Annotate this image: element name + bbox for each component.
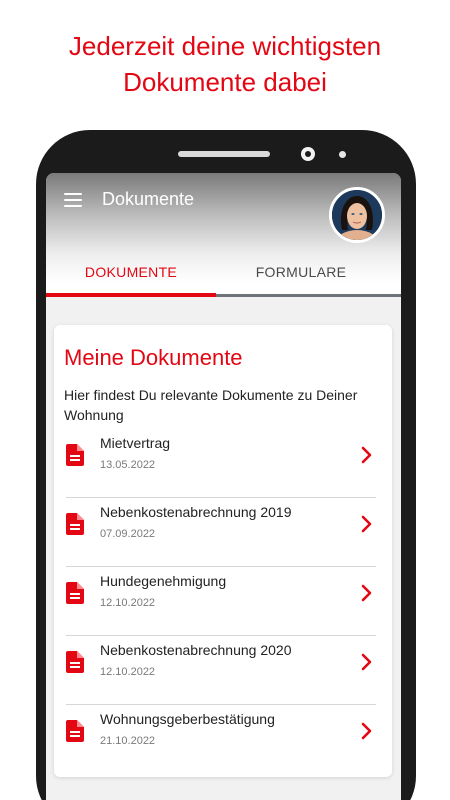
tab-indicator-active bbox=[46, 293, 216, 297]
chevron-right-icon[interactable] bbox=[360, 583, 374, 603]
chevron-right-icon[interactable] bbox=[360, 514, 374, 534]
app-title: Dokumente bbox=[102, 189, 195, 209]
document-date: 21.10.2022 bbox=[100, 735, 156, 747]
app-screen: Dokumente DOKUMENTE FORMULARE Meine Doku… bbox=[46, 173, 401, 800]
document-name: Nebenkostenabrechnung 2020 bbox=[100, 642, 292, 658]
document-date: 07.09.2022 bbox=[100, 528, 156, 540]
document-name: Mietvertrag bbox=[100, 435, 171, 451]
document-date: 12.10.2022 bbox=[100, 666, 156, 678]
document-icon bbox=[66, 582, 84, 604]
document-icon bbox=[66, 444, 84, 466]
phone-sensor bbox=[339, 151, 346, 158]
chevron-right-icon[interactable] bbox=[360, 445, 374, 465]
document-name: Nebenkostenabrechnung 2019 bbox=[100, 504, 292, 520]
promo-headline: Jederzeit deine wichtigsten Dokumente da… bbox=[0, 28, 450, 100]
documents-card: Meine Dokumente Hier findest Du relevant… bbox=[54, 325, 392, 777]
chevron-right-icon[interactable] bbox=[360, 652, 374, 672]
list-item[interactable]: Wohnungsgeberbestätigung 21.10.2022 bbox=[54, 705, 392, 774]
document-icon bbox=[66, 651, 84, 673]
chevron-right-icon[interactable] bbox=[360, 721, 374, 741]
document-name: Wohnungsgeberbestätigung bbox=[100, 711, 275, 727]
list-item[interactable]: Nebenkostenabrechnung 2019 07.09.2022 bbox=[54, 498, 392, 567]
phone-side-button bbox=[411, 250, 416, 328]
document-date: 12.10.2022 bbox=[100, 597, 156, 609]
document-icon bbox=[66, 720, 84, 742]
document-name: Hundegenehmigung bbox=[100, 573, 227, 589]
promo-line-1: Jederzeit deine wichtigsten bbox=[68, 31, 382, 61]
hamburger-menu-icon[interactable] bbox=[64, 193, 84, 207]
phone-side-button bbox=[411, 425, 416, 521]
document-icon bbox=[66, 513, 84, 535]
tab-formulare[interactable]: FORMULARE bbox=[216, 253, 386, 295]
list-item[interactable]: Hundegenehmigung 12.10.2022 bbox=[54, 567, 392, 636]
phone-speaker bbox=[178, 151, 270, 157]
document-list: Mietvertrag 13.05.2022 Nebenkostenabrech… bbox=[54, 429, 392, 774]
document-date: 13.05.2022 bbox=[100, 459, 156, 471]
list-item[interactable]: Nebenkostenabrechnung 2020 12.10.2022 bbox=[54, 636, 392, 705]
card-description: Hier findest Du relevante Dokumente zu D… bbox=[64, 387, 358, 423]
phone-camera bbox=[301, 147, 315, 161]
avatar[interactable] bbox=[329, 187, 385, 243]
list-item[interactable]: Mietvertrag 13.05.2022 bbox=[54, 429, 392, 498]
card-title: Meine Dokumente bbox=[64, 345, 243, 370]
app-bar: Dokumente DOKUMENTE FORMULARE bbox=[46, 173, 401, 295]
promo-line-2: Dokumente dabei bbox=[123, 67, 327, 97]
tab-dokumente[interactable]: DOKUMENTE bbox=[46, 253, 216, 295]
tab-indicator-inactive bbox=[216, 294, 401, 297]
